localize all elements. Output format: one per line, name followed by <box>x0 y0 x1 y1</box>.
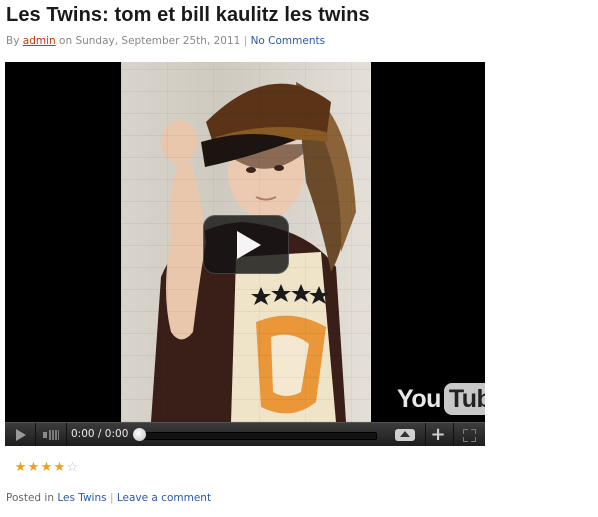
player-controls: 0:00 / 0:00 + <box>5 422 485 446</box>
by-label: By <box>6 35 20 47</box>
meta-separator: | <box>243 35 248 47</box>
player-size-button[interactable] <box>393 423 417 446</box>
time-display: 0:00 / 0:00 <box>71 428 129 440</box>
add-button[interactable]: + <box>425 423 450 446</box>
fullscreen-icon <box>463 429 468 434</box>
star-icon[interactable]: ☆ <box>66 461 79 474</box>
post-date: Sunday, September 25th, 2011 <box>75 35 241 47</box>
star-icon[interactable]: ★ <box>53 461 66 474</box>
eject-icon <box>395 429 415 441</box>
volume-button[interactable] <box>36 423 67 446</box>
on-label: on <box>59 35 73 47</box>
post-footer: Posted in Les Twins | Leave a comment <box>6 492 211 504</box>
category-link[interactable]: Les Twins <box>57 492 106 504</box>
fullscreen-button[interactable] <box>453 423 484 446</box>
star-icon[interactable]: ★ <box>27 461 40 474</box>
video-player[interactable]: You Tube 0:00 / 0:00 + <box>5 62 485 446</box>
youtube-logo-you: You <box>397 384 441 413</box>
post-meta: By admin on Sunday, September 25th, 2011… <box>6 35 325 47</box>
youtube-logo-tube: Tube <box>443 383 485 415</box>
footer-separator: | <box>109 492 114 504</box>
post-title[interactable]: Les Twins: tom et bill kaulitz les twins <box>6 4 370 27</box>
star-icon[interactable]: ★ <box>40 461 53 474</box>
play-button[interactable] <box>5 423 36 446</box>
youtube-logo[interactable]: You Tube <box>397 382 485 416</box>
posted-in-label: Posted in <box>6 492 55 504</box>
star-icon[interactable]: ★ <box>14 461 27 474</box>
volume-bars-icon <box>49 430 59 440</box>
leave-comment-link[interactable]: Leave a comment <box>117 492 211 504</box>
play-overlay-button[interactable] <box>203 215 289 274</box>
star-rating[interactable]: ★ ★ ★ ★ ☆ <box>14 461 79 474</box>
progress-thumb[interactable] <box>133 428 146 441</box>
progress-bar[interactable] <box>137 432 377 440</box>
author-link[interactable]: admin <box>23 35 56 47</box>
play-icon <box>16 429 26 441</box>
speaker-icon <box>43 432 47 438</box>
play-icon <box>237 231 261 259</box>
comments-link[interactable]: No Comments <box>251 35 326 47</box>
